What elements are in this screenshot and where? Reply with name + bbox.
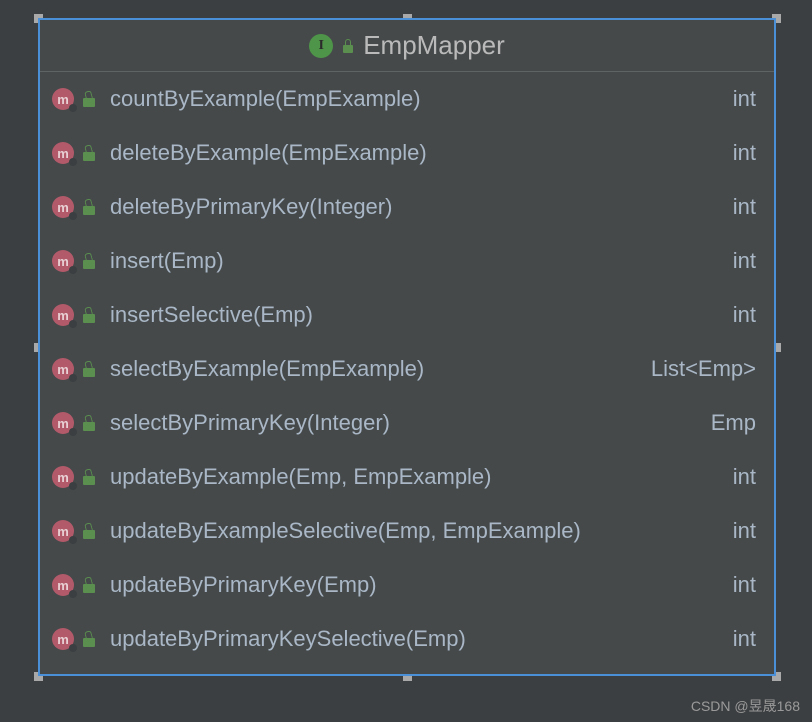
lock-open-icon <box>82 307 96 323</box>
method-row[interactable]: m insertSelective(Emp) int <box>40 288 774 342</box>
method-icon: m <box>52 466 74 488</box>
method-signature: updateByExampleSelective(Emp, EmpExample… <box>110 518 725 544</box>
method-icon: m <box>52 196 74 218</box>
method-return-type: List<Emp> <box>651 356 756 382</box>
method-return-type: int <box>733 572 756 598</box>
method-signature: countByExample(EmpExample) <box>110 86 725 112</box>
method-signature: deleteByExample(EmpExample) <box>110 140 725 166</box>
method-signature: insertSelective(Emp) <box>110 302 725 328</box>
lock-open-icon <box>82 253 96 269</box>
method-row[interactable]: m deleteByPrimaryKey(Integer) int <box>40 180 774 234</box>
method-return-type: int <box>733 302 756 328</box>
lock-open-icon <box>82 145 96 161</box>
lock-open-icon <box>82 199 96 215</box>
method-icon: m <box>52 142 74 164</box>
method-row[interactable]: m deleteByExample(EmpExample) int <box>40 126 774 180</box>
method-signature: updateByPrimaryKey(Emp) <box>110 572 725 598</box>
method-row[interactable]: m updateByPrimaryKey(Emp) int <box>40 558 774 612</box>
method-signature: updateByPrimaryKeySelective(Emp) <box>110 626 725 652</box>
method-list: m countByExample(EmpExample) int m deleteByE… <box>40 72 774 666</box>
method-row[interactable]: m countByExample(EmpExample) int <box>40 72 774 126</box>
method-icon: m <box>52 358 74 380</box>
class-header: I EmpMapper <box>40 20 774 72</box>
method-return-type: int <box>733 626 756 652</box>
method-icon: m <box>52 88 74 110</box>
lock-open-icon <box>82 577 96 593</box>
lock-open-icon <box>82 469 96 485</box>
method-signature: selectByExample(EmpExample) <box>110 356 643 382</box>
lock-open-icon <box>82 415 96 431</box>
method-signature: updateByExample(Emp, EmpExample) <box>110 464 725 490</box>
lock-open-icon <box>82 91 96 107</box>
method-return-type: int <box>733 518 756 544</box>
method-icon: m <box>52 250 74 272</box>
method-icon: m <box>52 574 74 596</box>
interface-icon: I <box>309 34 333 58</box>
method-return-type: int <box>733 140 756 166</box>
method-row[interactable]: m updateByExample(Emp, EmpExample) int <box>40 450 774 504</box>
method-return-type: int <box>733 86 756 112</box>
method-return-type: Emp <box>711 410 756 436</box>
method-signature: deleteByPrimaryKey(Integer) <box>110 194 725 220</box>
method-signature: selectByPrimaryKey(Integer) <box>110 410 703 436</box>
lock-open-icon <box>341 39 355 53</box>
method-signature: insert(Emp) <box>110 248 725 274</box>
method-row[interactable]: m selectByPrimaryKey(Integer) Emp <box>40 396 774 450</box>
lock-open-icon <box>82 523 96 539</box>
method-row[interactable]: m updateByExampleSelective(Emp, EmpExampl… <box>40 504 774 558</box>
method-row[interactable]: m selectByExample(EmpExample) List<Emp> <box>40 342 774 396</box>
method-row[interactable]: m updateByPrimaryKeySelective(Emp) int <box>40 612 774 666</box>
method-icon: m <box>52 412 74 434</box>
watermark-text: CSDN @昱晟168 <box>691 696 800 716</box>
method-icon: m <box>52 520 74 542</box>
lock-open-icon <box>82 361 96 377</box>
method-icon: m <box>52 304 74 326</box>
method-return-type: int <box>733 194 756 220</box>
method-row[interactable]: m insert(Emp) int <box>40 234 774 288</box>
class-name: EmpMapper <box>363 30 505 61</box>
method-return-type: int <box>733 248 756 274</box>
method-return-type: int <box>733 464 756 490</box>
lock-open-icon <box>82 631 96 647</box>
uml-class-diagram[interactable]: I EmpMapper m countByExample(EmpExample) i… <box>38 18 776 676</box>
method-icon: m <box>52 628 74 650</box>
